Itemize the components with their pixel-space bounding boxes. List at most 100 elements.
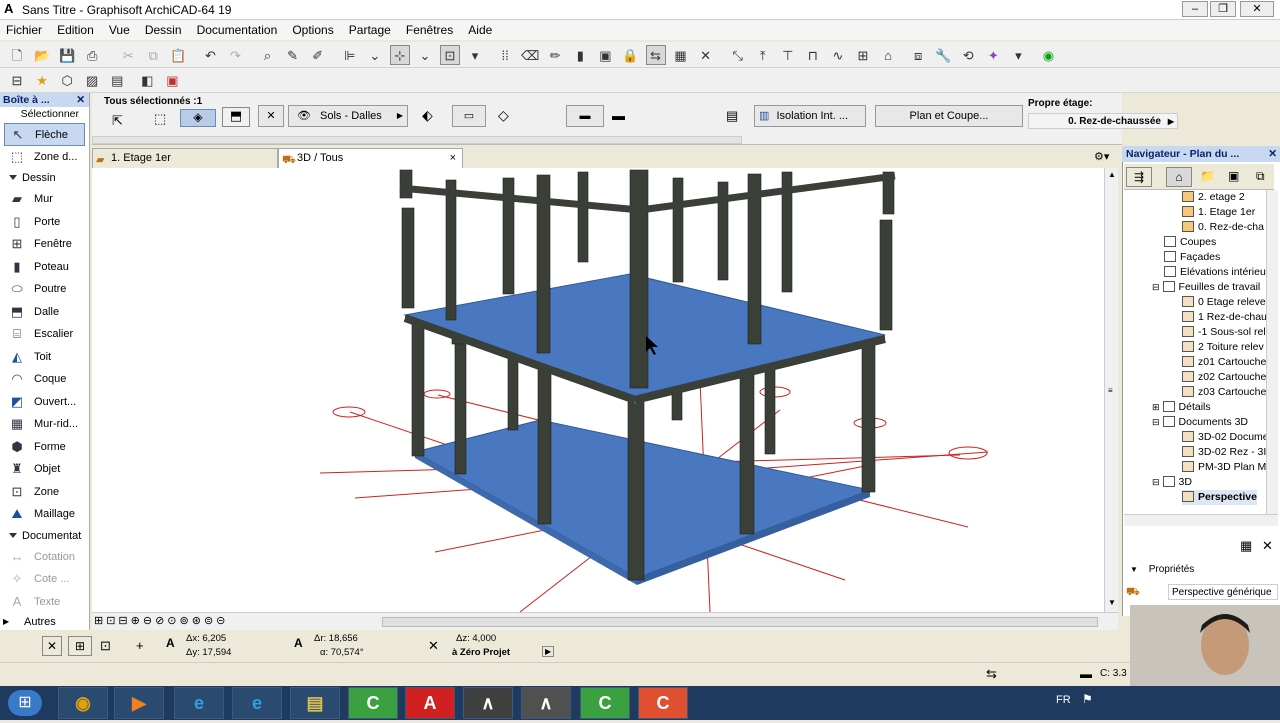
nav-worksheet[interactable]: z01 Cartouche (1182, 355, 1266, 370)
tool-maillage[interactable]: ⛰ Maillage (0, 503, 89, 526)
print-icon[interactable]: ⎙ (82, 46, 102, 66)
navigator-horizontal-scrollbar[interactable] (1124, 514, 1278, 526)
paste-icon[interactable]: 📋 (168, 46, 188, 66)
layers-icon[interactable]: ⊟ (7, 71, 27, 91)
reference-dropdown-icon[interactable]: ▶ (542, 646, 555, 657)
3d-viewport[interactable] (92, 168, 1104, 612)
maximize-button[interactable]: ❐ (1210, 1, 1236, 17)
tool-mur-rideau[interactable]: ▦ Mur-rid... (0, 413, 89, 436)
grid-snap-icon[interactable]: ⌄ (415, 46, 435, 66)
delete-view-icon[interactable]: ✕ (1262, 538, 1273, 554)
nav-3d-document[interactable]: PM-3D Plan Ma (1182, 460, 1266, 475)
taskbar-chrome-icon[interactable]: ◉ (58, 687, 108, 719)
cut-icon[interactable]: ✂ (118, 46, 138, 66)
offset-icon[interactable]: ⊞ (853, 46, 873, 66)
find-icon[interactable]: ⌕ (258, 46, 278, 66)
tool-poutre[interactable]: ⬭ Poutre (0, 278, 89, 301)
taskbar-archicad-icon[interactable]: C (348, 687, 398, 719)
adjust-icon[interactable]: ⤒ (753, 46, 773, 66)
tool-coque[interactable]: ◠ Coque (0, 368, 89, 391)
collapse-icon[interactable]: ⊟ (1152, 282, 1160, 292)
rotate-plane-icon[interactable]: ◇ (498, 107, 509, 124)
model-view-icon[interactable]: ▤ (107, 71, 127, 91)
origin-icon[interactable]: + (136, 638, 144, 653)
plan-coupe-button[interactable]: Plan et Coupe... (875, 105, 1023, 127)
navigator-vertical-scrollbar[interactable] (1266, 190, 1278, 514)
snap-guides-icon[interactable]: ⊹ (389, 45, 410, 65)
tool-escalier[interactable]: ⌸ Escalier (0, 323, 89, 346)
save-icon[interactable]: 💾 (57, 46, 77, 66)
nav-3d[interactable]: ⊟ 3D (1152, 475, 1192, 490)
scroll-up-icon[interactable]: ▲ (1108, 170, 1116, 179)
surface-top-icon[interactable]: ▬ (566, 105, 604, 127)
redo-icon[interactable]: ↷ (226, 46, 246, 66)
story-selector[interactable]: 0. Rez-de-chaussée ▶ (1028, 113, 1178, 129)
nav-worksheet[interactable]: 0 Etage releve (1182, 295, 1266, 310)
expand-icon[interactable]: ⊞ (1152, 402, 1160, 412)
nav-coupes[interactable]: Coupes (1164, 235, 1216, 250)
nav-worksheet[interactable]: 2 Toiture relev (1182, 340, 1264, 355)
hotlink-icon[interactable]: ✕ (258, 105, 284, 127)
house-icon[interactable]: ⌂ (878, 46, 898, 66)
surface-side-icon[interactable]: ▬ (612, 108, 625, 123)
collapse-icon[interactable]: ⊟ (1152, 417, 1160, 427)
nav-3d-document[interactable]: 3D-02 Rez - 3I (1182, 445, 1266, 460)
select-mode-icon[interactable]: ⇱ (112, 113, 123, 129)
curve-icon[interactable]: ∿ (828, 46, 848, 66)
tab-etage-1er[interactable]: ▰ 1. Etage 1er (92, 148, 278, 168)
dropdown-icon[interactable]: ▾ (465, 46, 485, 66)
fill-icon[interactable]: ▮ (570, 46, 590, 66)
section-dessin[interactable]: Dessin (0, 168, 89, 188)
nav-details[interactable]: ⊞ Détails (1152, 400, 1211, 415)
tool-fenetre[interactable]: ⊞ Fenêtre (0, 233, 89, 256)
nav-worksheet[interactable]: 1 Rez-de-chau (1182, 310, 1266, 325)
nav-worksheet[interactable]: z03 Cartouche (1182, 385, 1266, 400)
menu-fichier[interactable]: Fichier (0, 20, 48, 37)
properties-value[interactable]: Perspective générique (1168, 584, 1278, 600)
pen-icon[interactable]: ✏ (545, 46, 565, 66)
view-map-icon[interactable]: ⌂ (1166, 167, 1192, 187)
menu-fenetres[interactable]: Fenêtres (400, 20, 459, 37)
cancel-icon[interactable]: ✕ (42, 636, 62, 656)
more-dropdown-icon[interactable]: ▾ (1008, 46, 1028, 66)
tool-porte[interactable]: ▯ Porte (0, 211, 89, 234)
nav-perspective[interactable]: Perspective (1182, 490, 1257, 505)
tool-cotation[interactable]: ↔ Cotation (0, 546, 89, 569)
eraser-icon[interactable]: ⌫ (520, 46, 540, 66)
teamwork-icon[interactable]: ◉ (1038, 46, 1058, 66)
tool-mur[interactable]: ▰ Mur (0, 188, 89, 211)
rectangle-select-icon[interactable]: ⬚ (154, 111, 166, 127)
menu-partage[interactable]: Partage (343, 20, 397, 37)
taskbar-edge-icon[interactable]: e (174, 687, 224, 719)
nav-facades[interactable]: Façades (1164, 250, 1220, 265)
layer-selector[interactable]: 👁 Sols - Dalles ▶ (288, 105, 408, 127)
composite-preview-icon[interactable]: ▤ (726, 108, 738, 124)
wrench-icon[interactable]: 🔧 (933, 46, 953, 66)
menu-aide[interactable]: Aide (462, 20, 498, 37)
reference-level[interactable]: à Zéro Projet (452, 647, 510, 658)
tool-dalle[interactable]: ⬒ Dalle (0, 301, 89, 324)
taskbar-media-icon[interactable]: ▶ (114, 687, 164, 719)
tool-zone[interactable]: ⊡ Zone (0, 481, 89, 504)
tool-zone-selection[interactable]: ⬚ Zone d... (0, 146, 89, 169)
nav-3d-document[interactable]: 3D-02 Docume (1182, 430, 1266, 445)
toolbox-close-icon[interactable]: ✕ (76, 93, 85, 107)
section-documentation[interactable]: Documentat (0, 526, 89, 546)
tool-toit[interactable]: ◭ Toit (0, 346, 89, 369)
tool-cote-niveau[interactable]: ✧ Cote ... (0, 568, 89, 591)
cross-icon[interactable]: ✕ (696, 46, 716, 66)
pens-colors-icon[interactable]: ▨ (82, 71, 102, 91)
elevate-icon[interactable]: ⧈ (908, 46, 928, 66)
taskbar-archicad-green-icon[interactable]: C (580, 687, 630, 719)
tool-forme[interactable]: ⬢ Forme (0, 436, 89, 459)
syringe-icon[interactable]: ✐ (308, 46, 328, 66)
eyedropper-icon[interactable]: ✎ (283, 46, 303, 66)
attributes-icon[interactable]: ⬡ (57, 71, 77, 91)
trim-icon[interactable]: ⊤ (778, 46, 798, 66)
scroll-down-icon[interactable]: ▼ (1108, 598, 1116, 607)
menu-options[interactable]: Options (286, 20, 339, 37)
close-button[interactable]: ✕ (1240, 1, 1274, 17)
tray-flag-icon[interactable]: ⚑ (1082, 692, 1093, 706)
nav-documents-3d[interactable]: ⊟ Documents 3D (1152, 415, 1248, 430)
layout-book-icon[interactable]: 📁 (1200, 169, 1215, 183)
